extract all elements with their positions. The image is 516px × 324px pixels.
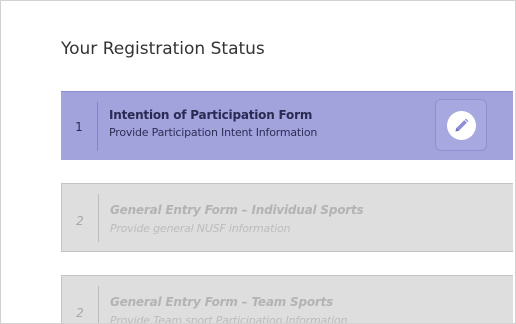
step-divider: [98, 194, 99, 242]
registration-status-panel: Your Registration Status 1 Intention of …: [0, 0, 516, 324]
step-subtitle: Provide Participation Intent Information: [109, 126, 318, 139]
step-divider: [97, 102, 98, 151]
step-subtitle: Provide Team sport Participation Informa…: [110, 314, 348, 324]
step-title: General Entry Form – Team Sports: [110, 295, 334, 309]
edit-button[interactable]: [435, 99, 487, 151]
step-intention-of-participation[interactable]: 1 Intention of Participation Form Provid…: [61, 91, 513, 160]
step-number: 2: [76, 306, 84, 320]
step-title: General Entry Form – Individual Sports: [110, 203, 364, 217]
step-general-entry-team: 2 General Entry Form – Team Sports Provi…: [61, 275, 513, 324]
step-number: 1: [75, 120, 83, 134]
page-title: Your Registration Status: [61, 39, 265, 59]
pencil-icon: [447, 111, 476, 140]
step-title: Intention of Participation Form: [109, 108, 313, 122]
step-subtitle: Provide general NUSF information: [110, 222, 291, 235]
step-number: 2: [76, 214, 84, 228]
step-general-entry-individual: 2 General Entry Form – Individual Sports…: [61, 183, 513, 252]
step-divider: [98, 286, 99, 323]
